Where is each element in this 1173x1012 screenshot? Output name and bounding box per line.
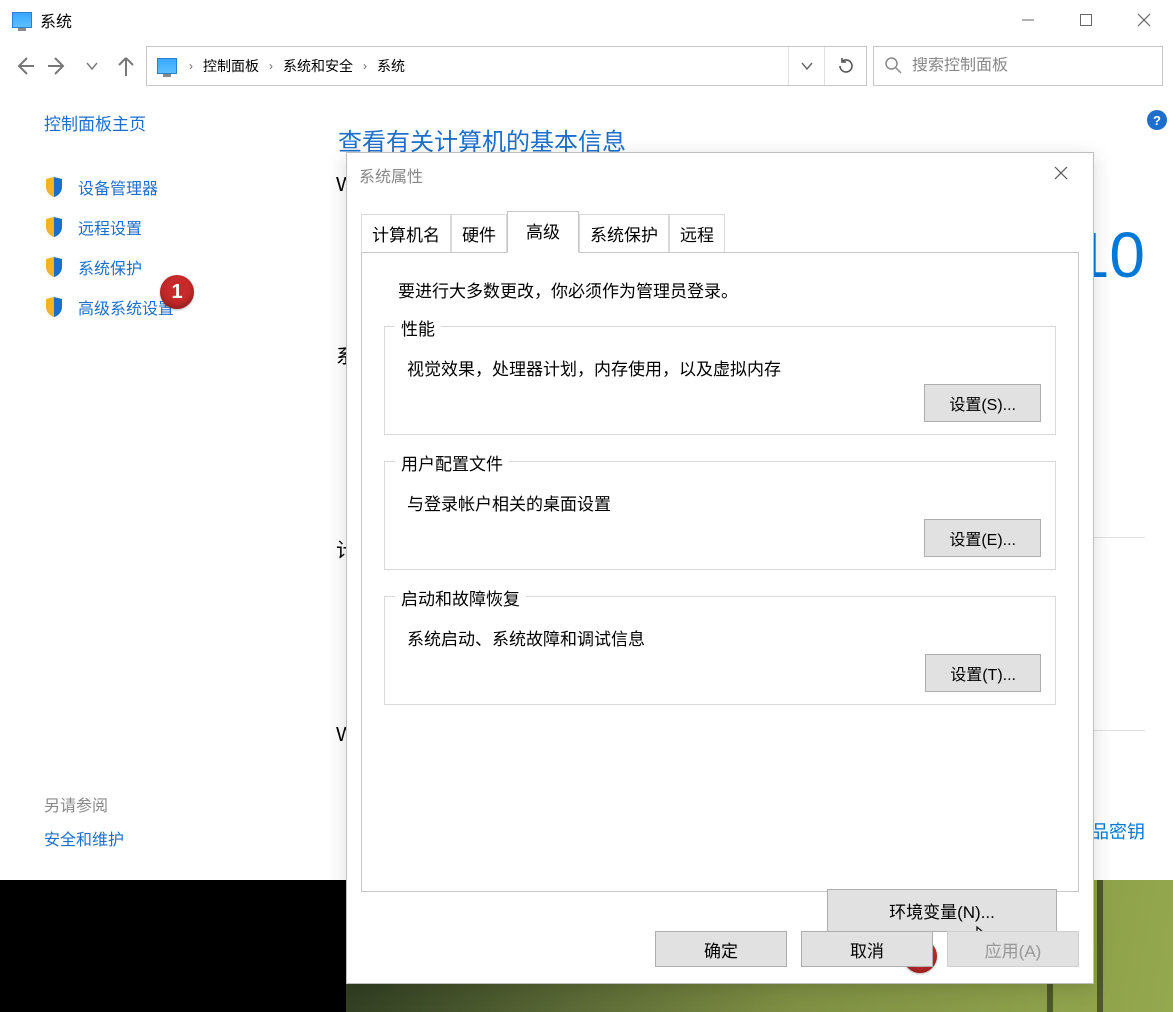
sidebar: 控制面板主页 设备管理器 远程设置 系统保护 高级系统设置	[0, 110, 320, 335]
minimize-button[interactable]	[999, 0, 1057, 40]
breadcrumb-item[interactable]: 系统和安全	[277, 56, 359, 76]
tab-remote[interactable]: 远程	[669, 214, 725, 253]
performance-settings-button[interactable]: 设置(S)...	[924, 384, 1041, 422]
ok-button[interactable]: 确定	[655, 931, 787, 967]
window-titlebar: 系统	[0, 0, 1173, 40]
shield-icon	[44, 296, 64, 318]
body-area: 控制面板主页 设备管理器 远程设置 系统保护 高级系统设置 1 另请	[0, 92, 1173, 1012]
window-title: 系统	[40, 8, 999, 32]
chevron-right-icon: ›	[265, 59, 277, 73]
apply-button: 应用(A)	[947, 931, 1079, 967]
group-legend: 性能	[395, 315, 441, 340]
system-monitor-icon	[157, 58, 177, 74]
tab-system-protection[interactable]: 系统保护	[579, 214, 669, 253]
search-icon	[884, 56, 902, 77]
breadcrumb-bar[interactable]: › 控制面板 › 系统和安全 › 系统	[146, 46, 867, 86]
environment-variables-button[interactable]: 环境变量(N)...	[827, 889, 1057, 932]
dialog-close-button[interactable]	[1041, 165, 1081, 186]
group-description: 系统启动、系统故障和调试信息	[407, 625, 1037, 650]
sidebar-item-device-manager[interactable]: 设备管理器	[44, 175, 320, 199]
shield-icon	[44, 256, 64, 278]
maximize-button[interactable]	[1057, 0, 1115, 40]
security-maintenance-link[interactable]: 安全和维护	[44, 826, 124, 850]
group-description: 视觉效果，处理器计划，内存使用，以及虚拟内存	[407, 355, 1037, 380]
admin-required-text: 要进行大多数更改，你必须作为管理员登录。	[398, 277, 1056, 302]
tab-content-advanced: 要进行大多数更改，你必须作为管理员登录。 性能 视觉效果，处理器计划，内存使用，…	[361, 252, 1079, 892]
sidebar-item-label: 设备管理器	[78, 175, 158, 199]
shield-icon	[44, 176, 64, 198]
shield-icon	[44, 216, 64, 238]
nav-back-button[interactable]	[10, 52, 38, 80]
user-profiles-settings-button[interactable]: 设置(E)...	[924, 519, 1041, 557]
search-box[interactable]	[873, 46, 1163, 86]
close-button[interactable]	[1115, 0, 1173, 40]
group-startup-recovery: 启动和故障恢复 系统启动、系统故障和调试信息 设置(T)...	[384, 596, 1056, 705]
nav-up-button[interactable]	[112, 52, 140, 80]
tab-computer-name[interactable]: 计算机名	[361, 214, 451, 253]
annotation-badge-1: 1	[160, 275, 194, 309]
tab-hardware[interactable]: 硬件	[451, 214, 507, 253]
refresh-button[interactable]	[824, 47, 866, 85]
chevron-right-icon: ›	[185, 59, 197, 73]
dialog-button-row: 确定 取消 应用(A)	[655, 931, 1079, 967]
sidebar-item-remote-settings[interactable]: 远程设置	[44, 215, 320, 239]
system-monitor-icon	[12, 12, 32, 28]
group-legend: 用户配置文件	[395, 450, 509, 475]
group-performance: 性能 视觉效果，处理器计划，内存使用，以及虚拟内存 设置(S)...	[384, 326, 1056, 435]
breadcrumb-item[interactable]: 系统	[371, 56, 411, 76]
group-legend: 启动和故障恢复	[395, 585, 526, 610]
dialog-title: 系统属性	[359, 163, 423, 187]
dialog-tabbar: 计算机名 硬件 高级 系统保护 远程	[361, 211, 1079, 253]
tab-advanced[interactable]: 高级	[507, 211, 579, 253]
dialog-titlebar: 系统属性	[347, 153, 1093, 197]
group-description: 与登录帐户相关的桌面设置	[407, 490, 1037, 515]
see-also-header: 另请参阅	[44, 792, 108, 816]
chevron-right-icon: ›	[359, 59, 371, 73]
sidebar-item-label: 系统保护	[78, 255, 142, 279]
breadcrumb-item[interactable]: 控制面板	[197, 56, 265, 76]
nav-forward-button[interactable]	[44, 52, 72, 80]
control-panel-home-link[interactable]: 控制面板主页	[44, 110, 320, 135]
group-user-profiles: 用户配置文件 与登录帐户相关的桌面设置 设置(E)...	[384, 461, 1056, 570]
system-properties-dialog: 系统属性 计算机名 硬件 高级 系统保护 远程 要进行大多数更改，你必须作为管理…	[346, 152, 1094, 984]
cancel-button[interactable]: 取消	[801, 931, 933, 967]
breadcrumb-dropdown[interactable]	[788, 47, 824, 85]
explorer-toolbar: › 控制面板 › 系统和安全 › 系统	[0, 40, 1173, 92]
product-key-link-partial[interactable]: 品密钥	[1091, 818, 1145, 844]
sidebar-item-label: 高级系统设置	[78, 295, 174, 319]
search-input[interactable]	[912, 57, 1162, 75]
startup-recovery-settings-button[interactable]: 设置(T)...	[925, 654, 1041, 692]
nav-history-dropdown[interactable]	[78, 52, 106, 80]
sidebar-item-label: 远程设置	[78, 215, 142, 239]
